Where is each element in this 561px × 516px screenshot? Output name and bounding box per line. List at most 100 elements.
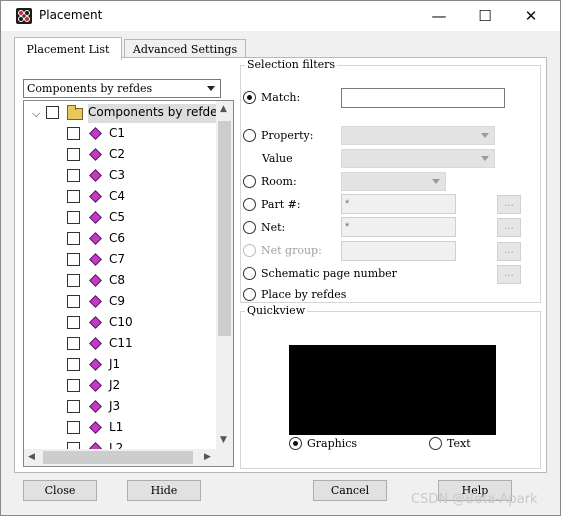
scroll-left-icon[interactable]: ◀	[28, 452, 35, 462]
hide-button[interactable]: Hide	[127, 480, 201, 501]
schematic-page-radio[interactable]	[243, 267, 256, 280]
tree-item-checkbox[interactable]	[67, 358, 80, 371]
tree-item-label: C4	[109, 189, 126, 203]
tree-item-row[interactable]: C7	[24, 249, 218, 270]
graphics-radio[interactable]	[289, 437, 302, 450]
text-label: Text	[447, 437, 471, 450]
tree-item-label: C8	[109, 273, 126, 287]
list-view-select-value: Components by refdes	[27, 82, 153, 95]
scroll-up-icon[interactable]: ▲	[220, 104, 227, 114]
part-label: Part #:	[261, 198, 301, 211]
quickview-title: Quickview	[245, 304, 308, 317]
tree-item-checkbox[interactable]	[67, 442, 80, 449]
cancel-button[interactable]: Cancel	[313, 480, 387, 501]
net-browse-button[interactable]: ...	[497, 218, 521, 237]
net-group-radio	[243, 244, 256, 257]
tree-item-checkbox[interactable]	[67, 337, 80, 350]
net-label: Net:	[261, 221, 286, 234]
part-browse-button[interactable]: ...	[497, 195, 521, 214]
tree-horizontal-scrollbar[interactable]: ◀ ▶	[24, 449, 218, 466]
room-select[interactable]	[341, 172, 446, 191]
match-radio[interactable]	[243, 91, 256, 104]
tree-item-row[interactable]: J2	[24, 375, 218, 396]
close-window-button[interactable]: ✕	[508, 1, 554, 31]
tree-item-checkbox[interactable]	[67, 274, 80, 287]
tree-item-row[interactable]: L2	[24, 438, 218, 449]
tree-horizontal-scroll-thumb[interactable]	[43, 451, 193, 464]
tree-item-checkbox[interactable]	[67, 400, 80, 413]
tree-item-row[interactable]: C5	[24, 207, 218, 228]
collapse-icon[interactable]: ⌵	[32, 107, 40, 121]
place-by-refdes-radio[interactable]	[243, 288, 256, 301]
scroll-down-icon[interactable]: ▼	[220, 435, 227, 445]
tree-item-checkbox[interactable]	[67, 127, 80, 140]
component-icon	[89, 379, 102, 392]
tree-item-label: C2	[109, 147, 126, 161]
tree-item-row[interactable]: C1	[24, 123, 218, 144]
app-icon	[16, 8, 32, 24]
tree-item-label: C7	[109, 252, 126, 266]
net-radio[interactable]	[243, 221, 256, 234]
schematic-page-label: Schematic page number	[261, 267, 397, 280]
component-icon	[89, 211, 102, 224]
tree-item-checkbox[interactable]	[67, 232, 80, 245]
schematic-page-browse-button[interactable]: ...	[497, 265, 521, 284]
tree-item-label: C11	[109, 336, 133, 350]
maximize-button[interactable]: ☐	[462, 1, 508, 31]
tree-item-row[interactable]: C8	[24, 270, 218, 291]
text-radio[interactable]	[429, 437, 442, 450]
component-icon	[89, 190, 102, 203]
tree-item-checkbox[interactable]	[67, 211, 80, 224]
tree-item-checkbox[interactable]	[67, 295, 80, 308]
window-title: Placement	[39, 8, 103, 22]
room-label: Room:	[261, 175, 297, 188]
component-tree[interactable]: ⌵ Components by refde C1 C2 C3 C4 C5 C6 C7 C8 C9…	[23, 100, 234, 467]
tree-item-checkbox[interactable]	[67, 253, 80, 266]
watermark: CSDN @Beta-Apark	[411, 492, 538, 507]
tree-root-row[interactable]: ⌵ Components by refde	[24, 102, 218, 123]
tree-vertical-scrollbar[interactable]: ▲ ▼	[216, 101, 233, 449]
tree-item-row[interactable]: C11	[24, 333, 218, 354]
tree-item-checkbox[interactable]	[67, 379, 80, 392]
property-value-select[interactable]	[341, 149, 495, 168]
net-group-browse-button: ...	[497, 242, 521, 261]
net-input[interactable]	[341, 217, 456, 237]
tree-vertical-scroll-thumb[interactable]	[218, 121, 231, 336]
tree-item-checkbox[interactable]	[67, 190, 80, 203]
tree-item-row[interactable]: C10	[24, 312, 218, 333]
list-view-select[interactable]: Components by refdes	[23, 79, 221, 98]
tree-item-checkbox[interactable]	[67, 148, 80, 161]
tree-item-label: C3	[109, 168, 126, 182]
tree-item-row[interactable]: J3	[24, 396, 218, 417]
property-select[interactable]	[341, 126, 495, 145]
tree-item-row[interactable]: C6	[24, 228, 218, 249]
tree-item-row[interactable]: C2	[24, 144, 218, 165]
close-button[interactable]: Close	[23, 480, 97, 501]
tree-item-checkbox[interactable]	[67, 169, 80, 182]
tree-item-label: J2	[109, 378, 121, 392]
property-radio[interactable]	[243, 129, 256, 142]
property-label: Property:	[261, 129, 314, 142]
scroll-right-icon[interactable]: ▶	[204, 452, 211, 462]
tree-item-row[interactable]: J1	[24, 354, 218, 375]
tree-item-row[interactable]: C4	[24, 186, 218, 207]
component-icon	[89, 169, 102, 182]
root-checkbox[interactable]	[46, 106, 59, 119]
minimize-button[interactable]: —	[416, 1, 462, 31]
tree-item-checkbox[interactable]	[67, 421, 80, 434]
tree-item-label: J3	[109, 399, 121, 413]
tree-item-label: C5	[109, 210, 126, 224]
part-input[interactable]	[341, 194, 456, 214]
tree-item-row[interactable]: L1	[24, 417, 218, 438]
selection-filters-title: Selection filters	[245, 58, 338, 71]
title-bar: Placement — ☐ ✕	[1, 1, 560, 31]
quickview-preview	[289, 345, 496, 435]
tab-advanced-settings[interactable]: Advanced Settings	[124, 39, 246, 59]
tree-item-row[interactable]: C9	[24, 291, 218, 312]
part-radio[interactable]	[243, 198, 256, 211]
room-radio[interactable]	[243, 175, 256, 188]
match-input[interactable]	[341, 88, 505, 108]
tree-item-checkbox[interactable]	[67, 316, 80, 329]
tree-item-row[interactable]: C3	[24, 165, 218, 186]
tab-placement-list[interactable]: Placement List	[14, 37, 122, 60]
